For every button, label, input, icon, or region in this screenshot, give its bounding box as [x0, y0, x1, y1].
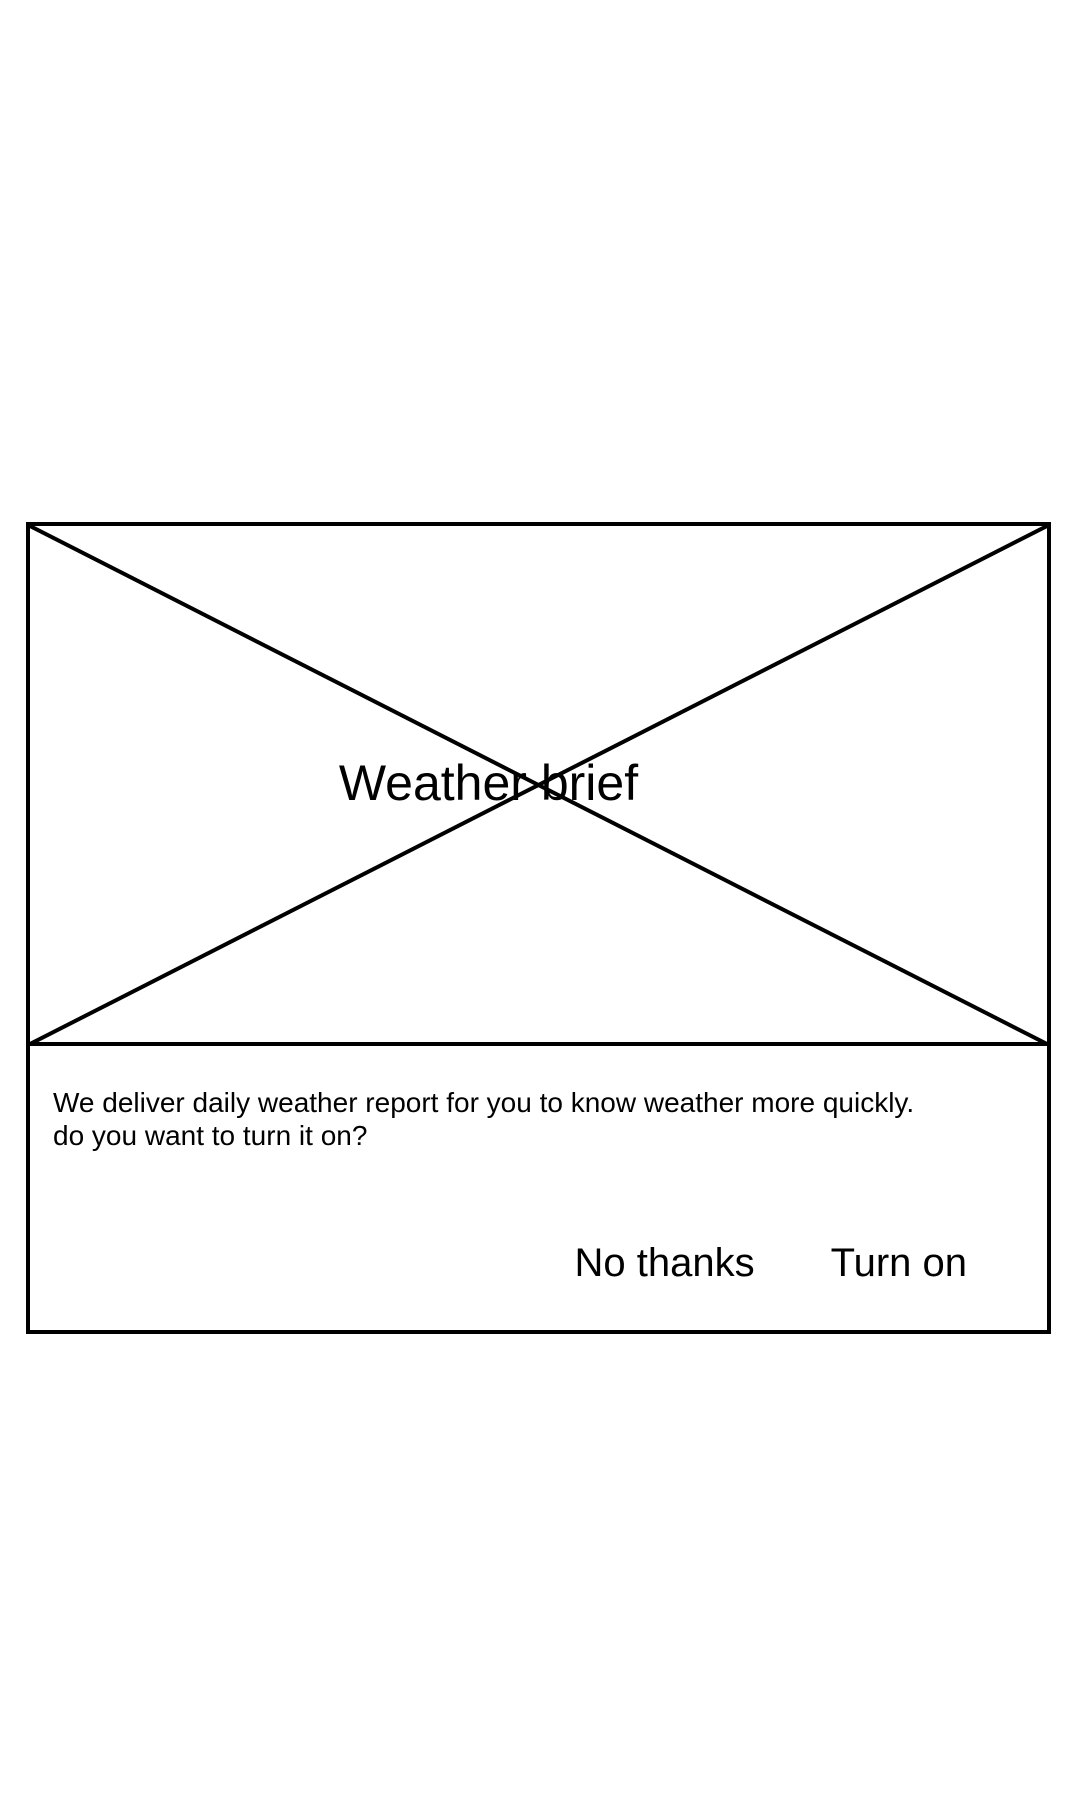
- screen: Weather brief We deliver daily weather r…: [0, 0, 1080, 1800]
- no-thanks-button[interactable]: No thanks: [575, 1239, 755, 1287]
- image-placeholder: Weather brief: [30, 526, 1047, 1046]
- turn-on-button[interactable]: Turn on: [831, 1239, 967, 1287]
- dialog-message: We deliver daily weather report for you …: [53, 1087, 915, 1151]
- dialog-actions: No thanks Turn on: [575, 1239, 967, 1287]
- image-placeholder-label: Weather brief: [338, 755, 639, 811]
- weather-brief-dialog: Weather brief We deliver daily weather r…: [26, 522, 1051, 1334]
